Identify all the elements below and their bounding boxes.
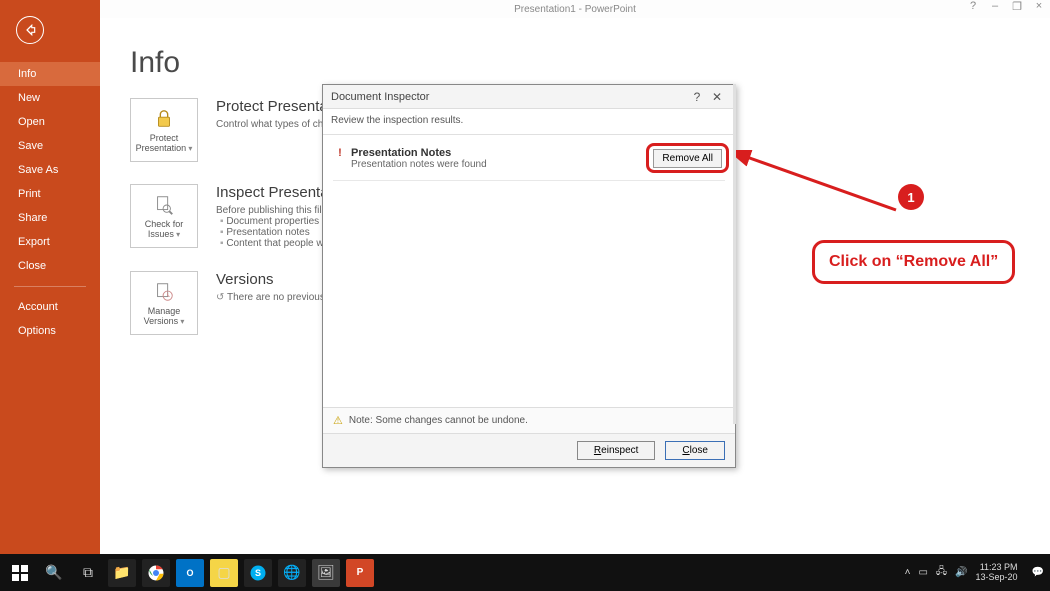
dialog-title: Document Inspector xyxy=(331,91,429,103)
restore-button[interactable]: ❐ xyxy=(1010,0,1024,13)
skype-icon[interactable]: S xyxy=(244,559,272,587)
card-label: Protect Presentation xyxy=(135,133,193,153)
svg-text:S: S xyxy=(255,568,261,578)
sidebar-item-label: Save As xyxy=(18,164,58,176)
back-button[interactable] xyxy=(16,16,44,44)
dialog-subtitle: Review the inspection results. xyxy=(323,109,735,135)
sidebar-item-label: New xyxy=(18,92,40,104)
sidebar-item-share[interactable]: Share xyxy=(0,206,100,230)
sidebar-item-label: Info xyxy=(18,68,36,80)
document-inspector-dialog: Document Inspector ? ✕ Review the inspec… xyxy=(322,84,736,468)
dialog-titlebar: Document Inspector ? ✕ xyxy=(323,85,735,109)
minimize-button[interactable]: – xyxy=(988,0,1002,13)
card-label: Manage Versions xyxy=(135,306,193,326)
manage-versions-button[interactable]: Manage Versions xyxy=(130,271,198,335)
dialog-scrollbar[interactable] xyxy=(733,84,736,424)
inspection-result-row: ! Presentation Notes Presentation notes … xyxy=(333,143,725,181)
sidebar-item-export[interactable]: Export xyxy=(0,230,100,254)
task-view-icon[interactable]: ⧉ xyxy=(74,559,102,587)
powerpoint-icon[interactable]: P xyxy=(346,559,374,587)
protect-presentation-button[interactable]: Protect Presentation xyxy=(130,98,198,162)
file-explorer-icon[interactable]: 📁 xyxy=(108,559,136,587)
sidebar-item-label: Print xyxy=(18,188,41,200)
sidebar-item-open[interactable]: Open xyxy=(0,110,100,134)
sidebar-item-label: Close xyxy=(18,260,46,272)
help-icon[interactable]: ? xyxy=(966,0,980,13)
warning-icon: ⚠ xyxy=(333,414,343,427)
alert-icon: ! xyxy=(333,147,347,159)
note-text: Note: Some changes cannot be undone. xyxy=(349,415,528,426)
close-window-button[interactable]: × xyxy=(1032,0,1046,13)
sidebar-item-label: Save xyxy=(18,140,43,152)
sidebar-item-save-as[interactable]: Save As xyxy=(0,158,100,182)
tray-up-icon[interactable]: ˄ xyxy=(905,567,911,578)
app-titlebar: Presentation1 - PowerPoint ? – ❐ × xyxy=(100,0,1050,18)
remove-all-callout: Remove All xyxy=(646,143,729,173)
volume-icon[interactable]: 🔊 xyxy=(955,567,967,578)
sidebar-item-label: Open xyxy=(18,116,45,128)
sidebar-divider xyxy=(14,286,86,287)
page-title: Info xyxy=(130,46,1020,80)
sidebar-item-label: Options xyxy=(18,325,56,337)
clock-date: 13-Sep-20 xyxy=(976,573,1018,583)
sticky-notes-icon[interactable]: ▢ xyxy=(210,559,238,587)
dialog-body: ! Presentation Notes Presentation notes … xyxy=(323,135,735,407)
reinspect-button[interactable]: Reinspect xyxy=(577,441,655,460)
sidebar-item-new[interactable]: New xyxy=(0,86,100,110)
remove-all-button[interactable]: Remove All xyxy=(653,149,722,168)
dialog-help-button[interactable]: ? xyxy=(687,90,707,104)
lock-icon xyxy=(153,108,175,130)
sidebar-item-account[interactable]: Account xyxy=(0,295,100,319)
search-icon[interactable]: 🔍 xyxy=(40,559,68,587)
annotation-text: Click on “Remove All” xyxy=(812,240,1015,284)
document-history-icon xyxy=(153,281,175,303)
sidebar-item-info[interactable]: Info xyxy=(0,62,100,86)
backstage-sidebar: Info New Open Save Save As Print Share E… xyxy=(0,0,100,554)
annotation-badge: 1 xyxy=(898,184,924,210)
sidebar-item-close[interactable]: Close xyxy=(0,254,100,278)
dialog-note: ⚠ Note: Some changes cannot be undone. xyxy=(323,407,735,433)
app-title: Presentation1 - PowerPoint xyxy=(514,4,636,15)
outlook-icon[interactable]: O xyxy=(176,559,204,587)
check-for-issues-button[interactable]: Check for Issues xyxy=(130,184,198,248)
sidebar-item-label: Export xyxy=(18,236,50,248)
sidebar-item-print[interactable]: Print xyxy=(0,182,100,206)
chrome-icon[interactable] xyxy=(142,559,170,587)
dialog-close-button[interactable]: Close xyxy=(665,441,725,460)
battery-icon[interactable]: ▭ xyxy=(918,567,927,578)
notifications-icon[interactable]: 💬 xyxy=(1032,567,1044,578)
dialog-close-x[interactable]: ✕ xyxy=(707,90,727,104)
start-button[interactable] xyxy=(6,559,34,587)
taskbar-clock[interactable]: 11:23 PM 13-Sep-20 xyxy=(976,563,1024,583)
sidebar-item-label: Account xyxy=(18,301,58,313)
sidebar-item-label: Share xyxy=(18,212,47,224)
photos-icon[interactable]: 🖼 xyxy=(312,559,340,587)
sidebar-item-save[interactable]: Save xyxy=(0,134,100,158)
network-icon[interactable]: 🖧 xyxy=(936,564,947,581)
windows-taskbar: 🔍 ⧉ 📁 O ▢ S 🌐 🖼 P ˄ ▭ 🖧 🔊 11:23 PM 13-Se… xyxy=(0,554,1050,591)
document-search-icon xyxy=(153,194,175,216)
sidebar-item-options[interactable]: Options xyxy=(0,319,100,343)
card-label: Check for Issues xyxy=(135,219,193,239)
dialog-footer: Reinspect Close xyxy=(323,433,735,467)
edge-icon[interactable]: 🌐 xyxy=(278,559,306,587)
